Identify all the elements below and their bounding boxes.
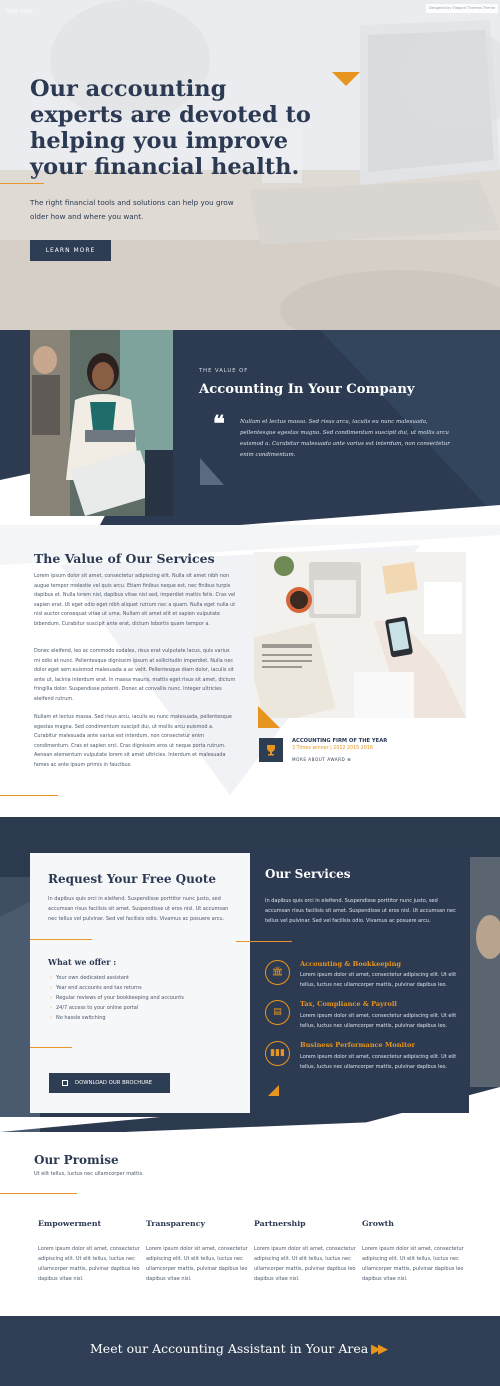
meet-assistant-link[interactable]: Meet our Accounting Assistant in Your Ar… xyxy=(90,1341,368,1356)
promise-column-title: Growth xyxy=(362,1219,394,1228)
chevron-right-icon: › xyxy=(50,1005,52,1011)
offer-item-label: Regular reviews of your bookkeeping and … xyxy=(56,995,184,1001)
services-paragraph-3: Nullam et lectus massa. Sed risus arcu, … xyxy=(34,714,232,768)
our-services-title: Our Services xyxy=(265,867,351,881)
services-paragraph-1: Lorem ipsum dolor sit amet, consectetur … xyxy=(34,573,236,627)
photo-credit-badge: Designed by Elegant Themes Theme xyxy=(426,4,498,13)
offer-item: › Regular reviews of your bookkeeping and… xyxy=(50,995,184,1001)
trophy-icon xyxy=(267,745,275,756)
chevron-right-icon: › xyxy=(50,975,52,981)
accent-triangle xyxy=(332,72,360,86)
services-value-title: The Value of Our Services xyxy=(34,551,215,566)
service-item-text: Lorem ipsum dolor sit amet, consectetur … xyxy=(300,1054,457,1070)
chevron-right-icon: › xyxy=(50,995,52,1001)
offer-item: › Your own dedicated assistant xyxy=(50,975,129,981)
accent-rule xyxy=(0,795,58,796)
service-item-title: Business Performance Monitor xyxy=(300,1041,415,1049)
accent-rule xyxy=(30,1047,72,1048)
accent-triangle xyxy=(258,706,280,728)
offer-title: What we offer : xyxy=(48,957,117,967)
quote-icon: ❝ xyxy=(213,411,225,437)
hero-subtitle: The right financial tools and solutions … xyxy=(30,198,234,221)
chevron-right-icon: › xyxy=(50,985,52,991)
arrow-circle-icon: ⊕ xyxy=(347,757,352,762)
service-item-title: Tax, Compliance & Payroll xyxy=(300,1000,397,1008)
download-brochure-button[interactable]: DOWNLOAD OUR BROCHURE xyxy=(49,1073,170,1093)
accent-rule xyxy=(0,183,44,184)
offer-item-label: Your own dedicated assistant xyxy=(56,975,130,981)
services-paragraph-2: Donec eleifend, leo ac commodo sodales, … xyxy=(34,648,236,702)
chevron-right-icon: › xyxy=(50,1015,52,1021)
hero-title: Our accounting experts are devoted to he… xyxy=(30,76,311,180)
learn-more-button[interactable]: LEARN MORE xyxy=(30,240,111,261)
download-icon xyxy=(62,1080,68,1086)
our-services-text: In dapibus quis orci in eleifend. Suspen… xyxy=(265,898,456,924)
service-item-text: Lorem ipsum dolor sit amet, consectetur … xyxy=(300,972,457,988)
promise-column-text: Lorem ipsum dolor sit amet, consectetur … xyxy=(254,1246,356,1282)
promise-column-text: Lorem ipsum dolor sit amet, consectetur … xyxy=(146,1246,248,1282)
quote-title: Request Your Free Quote xyxy=(48,872,217,886)
quote-text: In dapibus quis orci in eleifend. Suspen… xyxy=(48,896,229,922)
offer-item: › 24/7 access to your online portal xyxy=(50,1005,138,1011)
accent-rule xyxy=(30,939,92,940)
book-icon: ▤ xyxy=(265,1000,290,1025)
award-badge xyxy=(259,738,283,762)
accent-triangle xyxy=(268,1085,279,1096)
offer-item-label: Year end accounts and tax returns xyxy=(56,985,142,991)
promise-column-title: Empowerment xyxy=(38,1219,102,1228)
download-brochure-label: DOWNLOAD OUR BROCHURE xyxy=(75,1080,153,1086)
offer-item-label: 24/7 access to your online portal xyxy=(56,1005,139,1011)
band-kicker: THE VALUE OF xyxy=(199,368,249,374)
promise-subtitle: Ut elit tellus, luctus nec ullamcorper m… xyxy=(34,1171,144,1177)
bar-chart-icon: ▮▮▮ xyxy=(265,1041,290,1066)
hero-section: logo text Designed by Elegant Themes The… xyxy=(0,0,500,330)
promise-column-title: Transparency xyxy=(146,1219,205,1228)
desk-photo xyxy=(254,552,466,718)
more-about-award-link[interactable]: MORE ABOUT AWARD ⊕ xyxy=(292,757,351,762)
offer-item: › No hassle switching xyxy=(50,1015,106,1021)
team-photo xyxy=(30,330,173,516)
award-title: ACCOUNTING FIRM OF THE YEAR xyxy=(292,738,388,744)
band-quote: Nullam et lectus massa. Sed risus arcu, … xyxy=(240,419,450,458)
promise-column-text: Lorem ipsum dolor sit amet, consectetur … xyxy=(362,1246,464,1282)
bank-icon: 🏛 xyxy=(265,960,290,985)
band-title: Accounting In Your Company xyxy=(199,382,415,397)
service-item-title: Accounting & Bookkeeping xyxy=(300,960,402,968)
accent-rule xyxy=(0,1193,77,1194)
award-link-label: MORE ABOUT AWARD xyxy=(292,757,346,762)
site-logo[interactable]: logo text xyxy=(6,8,33,15)
promise-title: Our Promise xyxy=(34,1153,119,1167)
service-item-text: Lorem ipsum dolor sit amet, consectetur … xyxy=(300,1013,457,1029)
offer-item: › Year end accounts and tax returns xyxy=(50,985,142,991)
promise-column-text: Lorem ipsum dolor sit amet, consectetur … xyxy=(38,1246,140,1282)
offer-item-label: No hassle switching xyxy=(56,1015,106,1021)
promise-column-title: Partnership xyxy=(254,1219,306,1228)
accent-rule xyxy=(236,941,292,942)
double-arrow-icon[interactable]: ▶▶ xyxy=(371,1342,388,1357)
award-years: 3 Times winner | 2012 2015 2016 xyxy=(292,746,373,751)
